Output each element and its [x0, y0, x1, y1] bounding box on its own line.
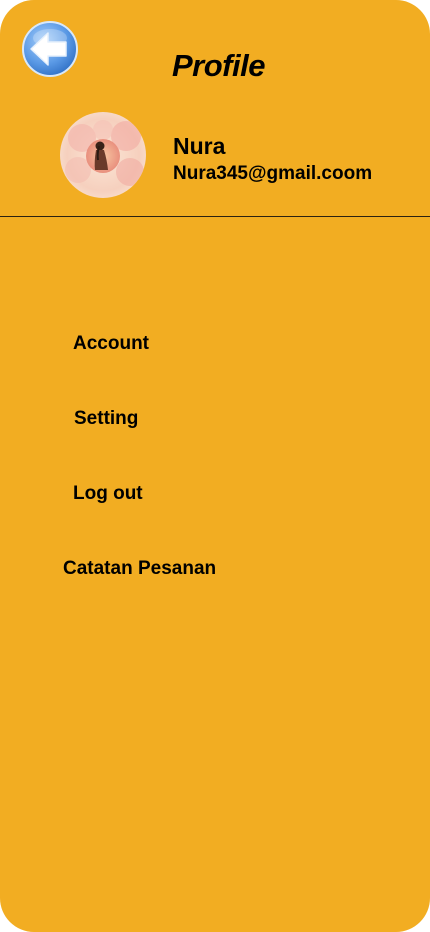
menu-item-setting[interactable]: Setting: [74, 408, 138, 430]
user-name: Nura: [173, 133, 226, 159]
page-title: Profile: [172, 48, 265, 83]
menu-item-log-out[interactable]: Log out: [73, 483, 143, 505]
back-button[interactable]: [22, 21, 78, 77]
menu-item-catatan-pesanan[interactable]: Catatan Pesanan: [63, 558, 216, 580]
avatar[interactable]: [60, 112, 146, 198]
profile-screen: Profile Nura Nura345@gmail.coom Account …: [0, 0, 430, 932]
header-divider: [0, 216, 430, 217]
menu-item-account[interactable]: Account: [73, 333, 149, 355]
back-arrow-icon: [22, 21, 78, 77]
profile-photo-icon: [60, 112, 146, 198]
user-email: Nura345@gmail.coom: [173, 163, 373, 184]
